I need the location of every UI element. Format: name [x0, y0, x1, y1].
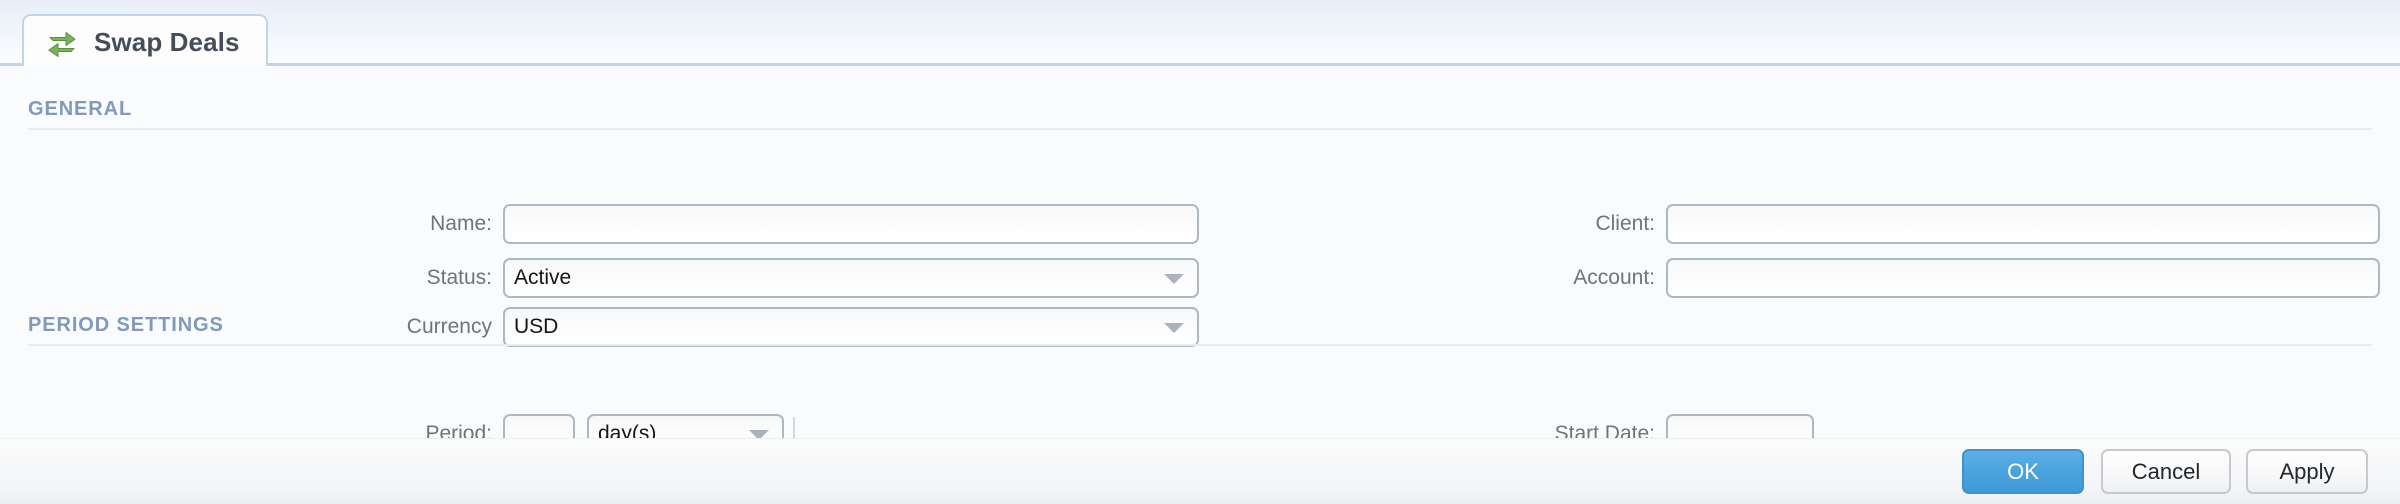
- section-header-general: GENERAL: [28, 98, 2372, 130]
- field-row-client: Client:: [1490, 204, 2380, 244]
- client-label: Client:: [1595, 212, 1655, 235]
- status-label: Status:: [426, 266, 492, 289]
- tab-label: Swap Deals: [94, 27, 240, 57]
- name-input[interactable]: [503, 204, 1199, 244]
- section-divider-general: [28, 128, 2372, 130]
- section-title-period-settings: PERIOD SETTINGS: [28, 314, 224, 336]
- status-select[interactable]: Active: [503, 258, 1199, 298]
- section-divider-period-settings: [28, 344, 2372, 346]
- field-row-status: Status: Active: [322, 258, 1199, 298]
- account-label: Account:: [1573, 266, 1655, 289]
- dialog-footer: OK Cancel Apply: [0, 438, 2400, 504]
- form-body: GENERAL Name: Status: Active Currency US…: [0, 66, 2400, 454]
- section-title-general: GENERAL: [28, 98, 133, 120]
- cancel-button[interactable]: Cancel: [2101, 449, 2231, 494]
- swap-arrows-icon: [48, 31, 76, 57]
- field-row-account: Account:: [1490, 258, 2380, 298]
- section-header-period-settings: PERIOD SETTINGS: [28, 314, 2372, 346]
- status-value: Active: [514, 266, 572, 289]
- chevron-down-icon: [1164, 274, 1184, 284]
- ok-button[interactable]: OK: [1962, 449, 2084, 494]
- apply-button[interactable]: Apply: [2246, 449, 2368, 494]
- field-row-name: Name:: [322, 204, 1199, 244]
- name-label: Name:: [430, 212, 492, 235]
- swap-deals-dialog: Swap Deals GENERAL Name: Status: Active …: [0, 0, 2400, 504]
- tab-swap-deals[interactable]: Swap Deals: [22, 14, 268, 69]
- client-input[interactable]: [1666, 204, 2380, 244]
- account-input[interactable]: [1666, 258, 2380, 298]
- tab-strip: Swap Deals: [0, 0, 2400, 69]
